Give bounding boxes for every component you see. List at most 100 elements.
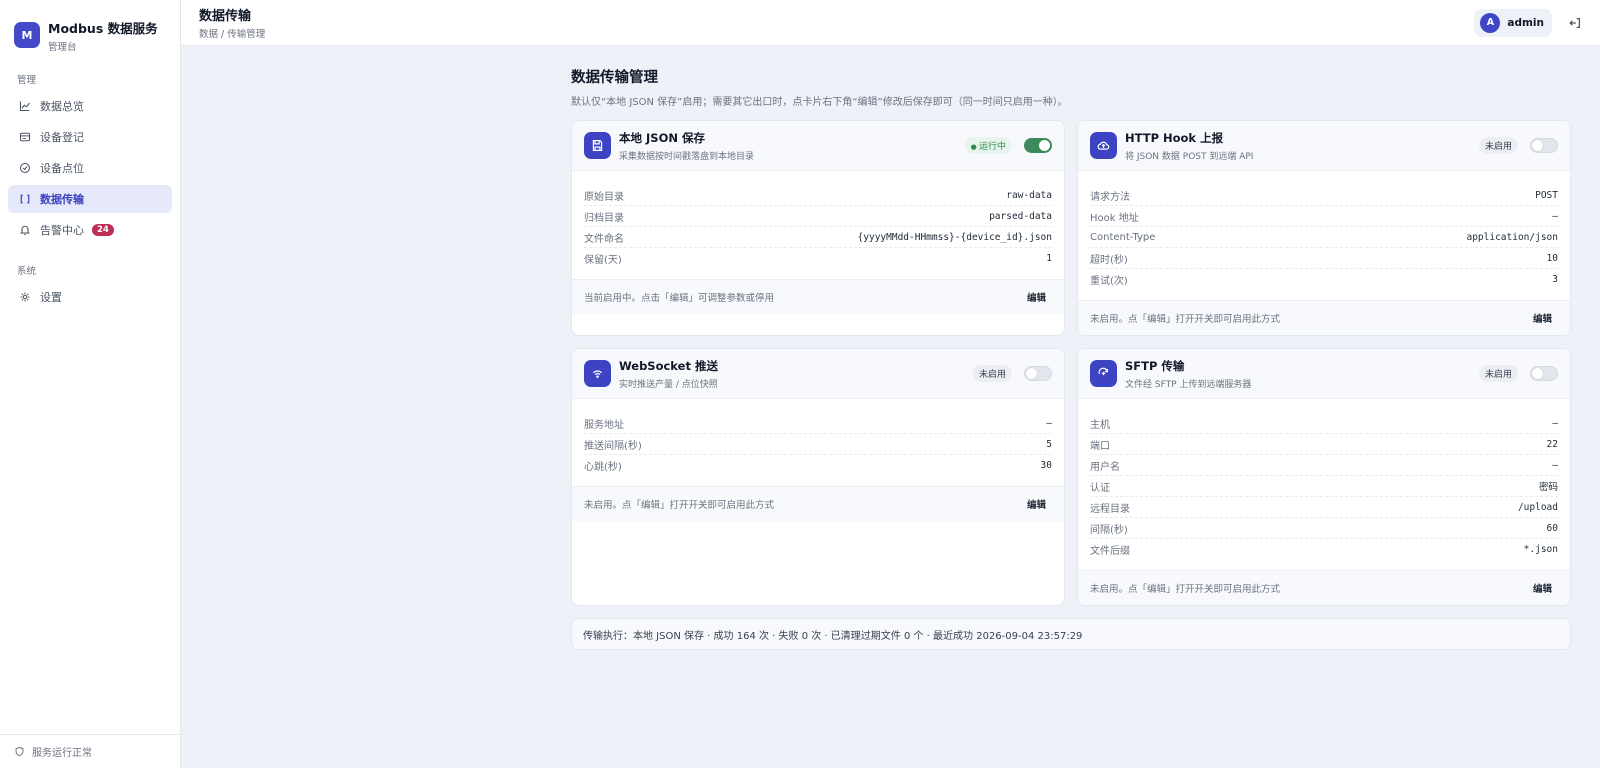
card-local-json: 本地 JSON 保存 采集数据按时间戳落盘到本地目录 运行中 原始目录 raw-d… [571, 120, 1065, 336]
kv-key: 原始目录 [584, 191, 624, 203]
card-footer-text: 未启用。点「编辑」打开开关即可启用此方式 [584, 500, 775, 511]
kv-row: 文件命名 {yyyyMMdd-HHmmss}-{device_id}.json [584, 227, 1052, 248]
kv-key: 文件后缀 [1090, 546, 1130, 557]
enable-toggle[interactable] [1530, 366, 1558, 381]
kv-key: 心跳(秒) [584, 462, 622, 473]
service-status-text: 服务运行正常 [32, 748, 92, 759]
bell-icon [18, 224, 31, 237]
sidebar-item-overview[interactable]: 数据总览 [8, 92, 172, 120]
sidebar-item-label: 设置 [40, 291, 62, 304]
enable-toggle[interactable] [1024, 366, 1052, 381]
wifi-icon [584, 360, 611, 387]
kv-row: 推送间隔(秒) 5 [584, 434, 1052, 455]
kv-value: *.json [1523, 544, 1558, 555]
card-footer: 未启用。点「编辑」打开开关即可启用此方式 编辑 [572, 486, 1064, 521]
card-sftp: SFTP 传输 文件经 SFTP 上传到远端服务器 未启用 主机 – 端口 22 用… [1077, 348, 1571, 606]
kv-row: 用户名 – [1090, 455, 1558, 476]
card-footer-text: 未启用。点「编辑」打开开关即可启用此方式 [1090, 584, 1281, 595]
user-menu[interactable]: A admin [1474, 8, 1552, 37]
kv-key: 文件命名 [584, 233, 624, 245]
sidebar-item-device-register[interactable]: 设备登记 [8, 123, 172, 151]
transfer-icon [18, 193, 31, 206]
user-name: admin [1507, 16, 1544, 29]
logout-icon[interactable] [1568, 16, 1582, 30]
card-footer: 未启用。点「编辑」打开开关即可启用此方式 编辑 [1078, 570, 1570, 605]
sync-icon [1090, 360, 1117, 387]
kv-row: 请求方法 POST [1090, 185, 1558, 206]
kv-row: 心跳(秒) 30 [584, 455, 1052, 476]
card-title: HTTP Hook 上报 [1125, 130, 1224, 145]
kv-value: POST [1535, 189, 1558, 201]
breadcrumb: 数据 / 传输管理 [199, 29, 266, 40]
kv-row: 认证 密码 [1090, 476, 1558, 497]
save-icon [584, 132, 611, 159]
kv-row: 服务地址 – [584, 413, 1052, 434]
kv-value: /upload [1517, 501, 1558, 513]
sidebar-item-device-points[interactable]: 设备点位 [8, 154, 172, 182]
card-header: WebSocket 推送 实时推送产量 / 点位快照 未启用 [572, 349, 1064, 399]
kv-key: 归档目录 [584, 212, 624, 224]
sidebar-item-alerts[interactable]: 告警中心 24 [8, 216, 172, 244]
nav-section-manage: 管理 [17, 75, 37, 86]
kv-value: raw-data [1006, 189, 1052, 201]
kv-value: parsed-data [989, 210, 1052, 222]
header-title: 数据传输 [199, 9, 252, 24]
gear-icon [18, 291, 31, 304]
sidebar-item-settings[interactable]: 设置 [8, 283, 172, 311]
card-subtitle: 采集数据按时间戳落盘到本地目录 [619, 151, 755, 162]
card-title: 本地 JSON 保存 [619, 130, 705, 145]
sidebar-item-label: 设备点位 [40, 162, 84, 175]
kv-row: 超时(秒) 10 [1090, 248, 1558, 269]
page-description: 默认仅“本地 JSON 保存”启用；需要其它出口时，点卡片右下角“编辑”修改后保… [571, 97, 1068, 108]
kv-row: 文件后缀 *.json [1090, 539, 1558, 560]
kv-key: 保留(天) [584, 255, 622, 266]
kv-key: 端口 [1090, 440, 1110, 452]
edit-button[interactable]: 编辑 [1533, 581, 1552, 595]
card-header: 本地 JSON 保存 采集数据按时间戳落盘到本地目录 运行中 [572, 121, 1064, 171]
sidebar-item-label: 数据总览 [40, 100, 84, 113]
card-subtitle: 文件经 SFTP 上传到远端服务器 [1125, 379, 1252, 390]
card-body: 主机 – 端口 22 用户名 – 认证 密码 远程目录/upload 间隔(秒) 60 文… [1078, 399, 1570, 570]
status-badge: 未启用 [1478, 365, 1518, 382]
card-header: SFTP 传输 文件经 SFTP 上传到远端服务器 未启用 [1078, 349, 1570, 399]
kv-key: 超时(秒) [1090, 254, 1128, 266]
chart-line-icon [18, 100, 31, 113]
card-http-hook: HTTP Hook 上报 将 JSON 数据 POST 到远端 API 未启用 … [1077, 120, 1571, 336]
card-body: 原始目录 raw-data 归档目录 parsed-data 文件命名 {yyyyMM… [572, 171, 1064, 279]
kv-key: 间隔(秒) [1090, 524, 1128, 536]
sidebar-item-data-transfer[interactable]: 数据传输 [8, 185, 172, 213]
kv-key: Hook 地址 [1090, 212, 1139, 224]
card-footer-text: 当前启用中。点击「编辑」可调整参数或停用 [584, 293, 775, 304]
status-badge: 运行中 [964, 137, 1012, 154]
kv-row: Hook 地址 – [1090, 206, 1558, 227]
alert-count-badge: 24 [92, 224, 114, 236]
kv-row: 重试(次) 3 [1090, 269, 1558, 290]
sidebar-item-label: 告警中心 [40, 224, 84, 237]
kv-value: 1 [1046, 253, 1052, 264]
card-subtitle: 将 JSON 数据 POST 到远端 API [1125, 151, 1254, 162]
kv-key: Content-Type [1090, 231, 1156, 243]
edit-button[interactable]: 编辑 [1027, 497, 1046, 511]
service-status: 服务运行正常 [0, 734, 180, 768]
kv-key: 重试(次) [1090, 276, 1128, 287]
kv-row: 保留(天) 1 [584, 248, 1052, 269]
edit-button[interactable]: 编辑 [1027, 290, 1046, 304]
execution-summary-text: 传输执行：本地 JSON 保存 · 成功 164 次 · 失败 0 次 · 已清… [583, 630, 1083, 642]
kv-key: 推送间隔(秒) [584, 440, 642, 452]
card-title: WebSocket 推送 [619, 358, 718, 373]
check-circle-icon [18, 162, 31, 175]
kv-value: 密码 [1538, 482, 1558, 493]
enable-toggle[interactable] [1024, 138, 1052, 153]
sidebar-item-label: 设备登记 [40, 131, 84, 144]
kv-value: 10 [1546, 252, 1558, 264]
page-title: 数据传输管理 [571, 70, 658, 86]
brand[interactable]: M Modbus 数据服务 管理台 [0, 0, 180, 56]
kv-key: 远程目录 [1090, 503, 1130, 515]
enable-toggle[interactable] [1530, 138, 1558, 153]
kv-key: 主机 [1090, 419, 1110, 431]
kv-row: 间隔(秒) 60 [1090, 518, 1558, 539]
nav-section-system: 系统 [17, 266, 37, 277]
edit-button[interactable]: 编辑 [1533, 311, 1552, 325]
kv-value: – [1046, 417, 1052, 429]
brand-title: Modbus 数据服务 [48, 20, 158, 36]
